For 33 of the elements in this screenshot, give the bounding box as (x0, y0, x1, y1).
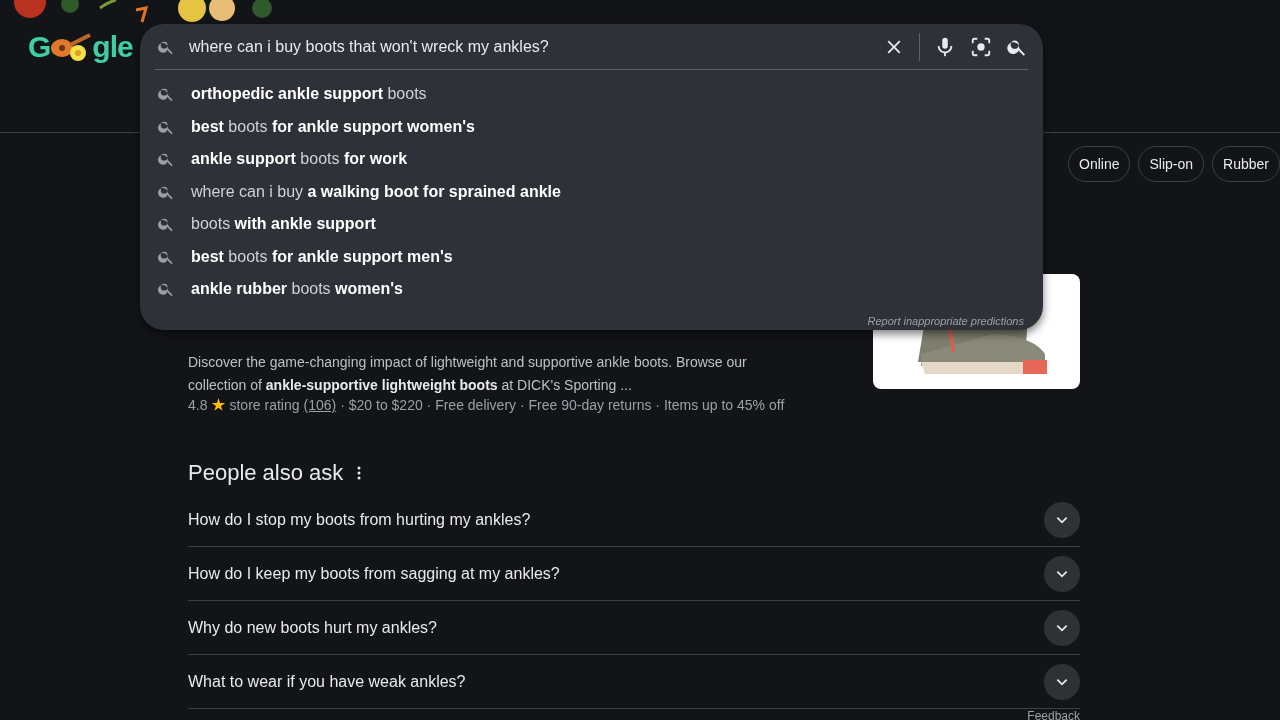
suggestion-item[interactable]: boots with ankle support (191, 215, 376, 234)
question-item[interactable]: Why do new boots hurt my ankles? (188, 618, 437, 637)
reviews-link[interactable]: (106) (303, 397, 337, 413)
image-search-button[interactable] (970, 35, 992, 58)
camera-icon (970, 35, 992, 58)
rating-value: 4.8 (188, 397, 208, 413)
expand-button[interactable] (1044, 501, 1080, 538)
ukulele-flower-drawing (50, 31, 93, 63)
feedback-link[interactable]: Feedback (1027, 709, 1080, 720)
suggestion-item[interactable]: best boots for ankle support women's (191, 117, 475, 136)
search-field[interactable]: where can i buy boots that won't wreck my ankles? (189, 37, 869, 56)
expand-button[interactable] (1044, 555, 1080, 592)
section-heading: People also ask (188, 460, 344, 486)
more-options-icon[interactable] (357, 466, 362, 480)
filter-chip[interactable]: Online (1068, 146, 1131, 182)
suggestion-item[interactable]: orthopedic ankle support boots (191, 85, 427, 104)
question-item[interactable]: What to wear if you have weak ankles? (188, 672, 466, 691)
question-item[interactable]: How do I keep my boots from sagging at my ankles? (188, 564, 560, 583)
question-item[interactable]: How do I stop my boots from hurting my ankles? (188, 510, 531, 529)
result-snippet: Discover the game-changing impact of lightweight and supportive ankle boots. Browse our collection of ankle-supportive lightweight boots at DICK's Sporting ... (188, 353, 748, 395)
filter-chip[interactable]: Rubber (1212, 146, 1280, 182)
logo-text: gle (92, 30, 133, 64)
logo-text: G (28, 30, 51, 64)
expand-button[interactable] (1044, 663, 1080, 700)
rating-label: store rating (229, 397, 300, 413)
suggestion-item[interactable]: ankle rubber boots women's (191, 280, 403, 299)
report-link[interactable]: Report inappropriate predictions (867, 315, 1024, 327)
filter-chip[interactable]: Slip-on (1138, 146, 1205, 182)
suggestion-item[interactable]: ankle support boots for work (191, 150, 408, 169)
suggestion-item[interactable]: best boots for ankle support men's (191, 247, 453, 266)
suggestion-item[interactable]: where can i buy a walking boot for sprained ankle (191, 182, 561, 201)
result-details: · $20 to $220 · Free delivery · Free 90-day returns · Items up to 45% off (340, 397, 785, 413)
expand-button[interactable] (1044, 609, 1080, 646)
